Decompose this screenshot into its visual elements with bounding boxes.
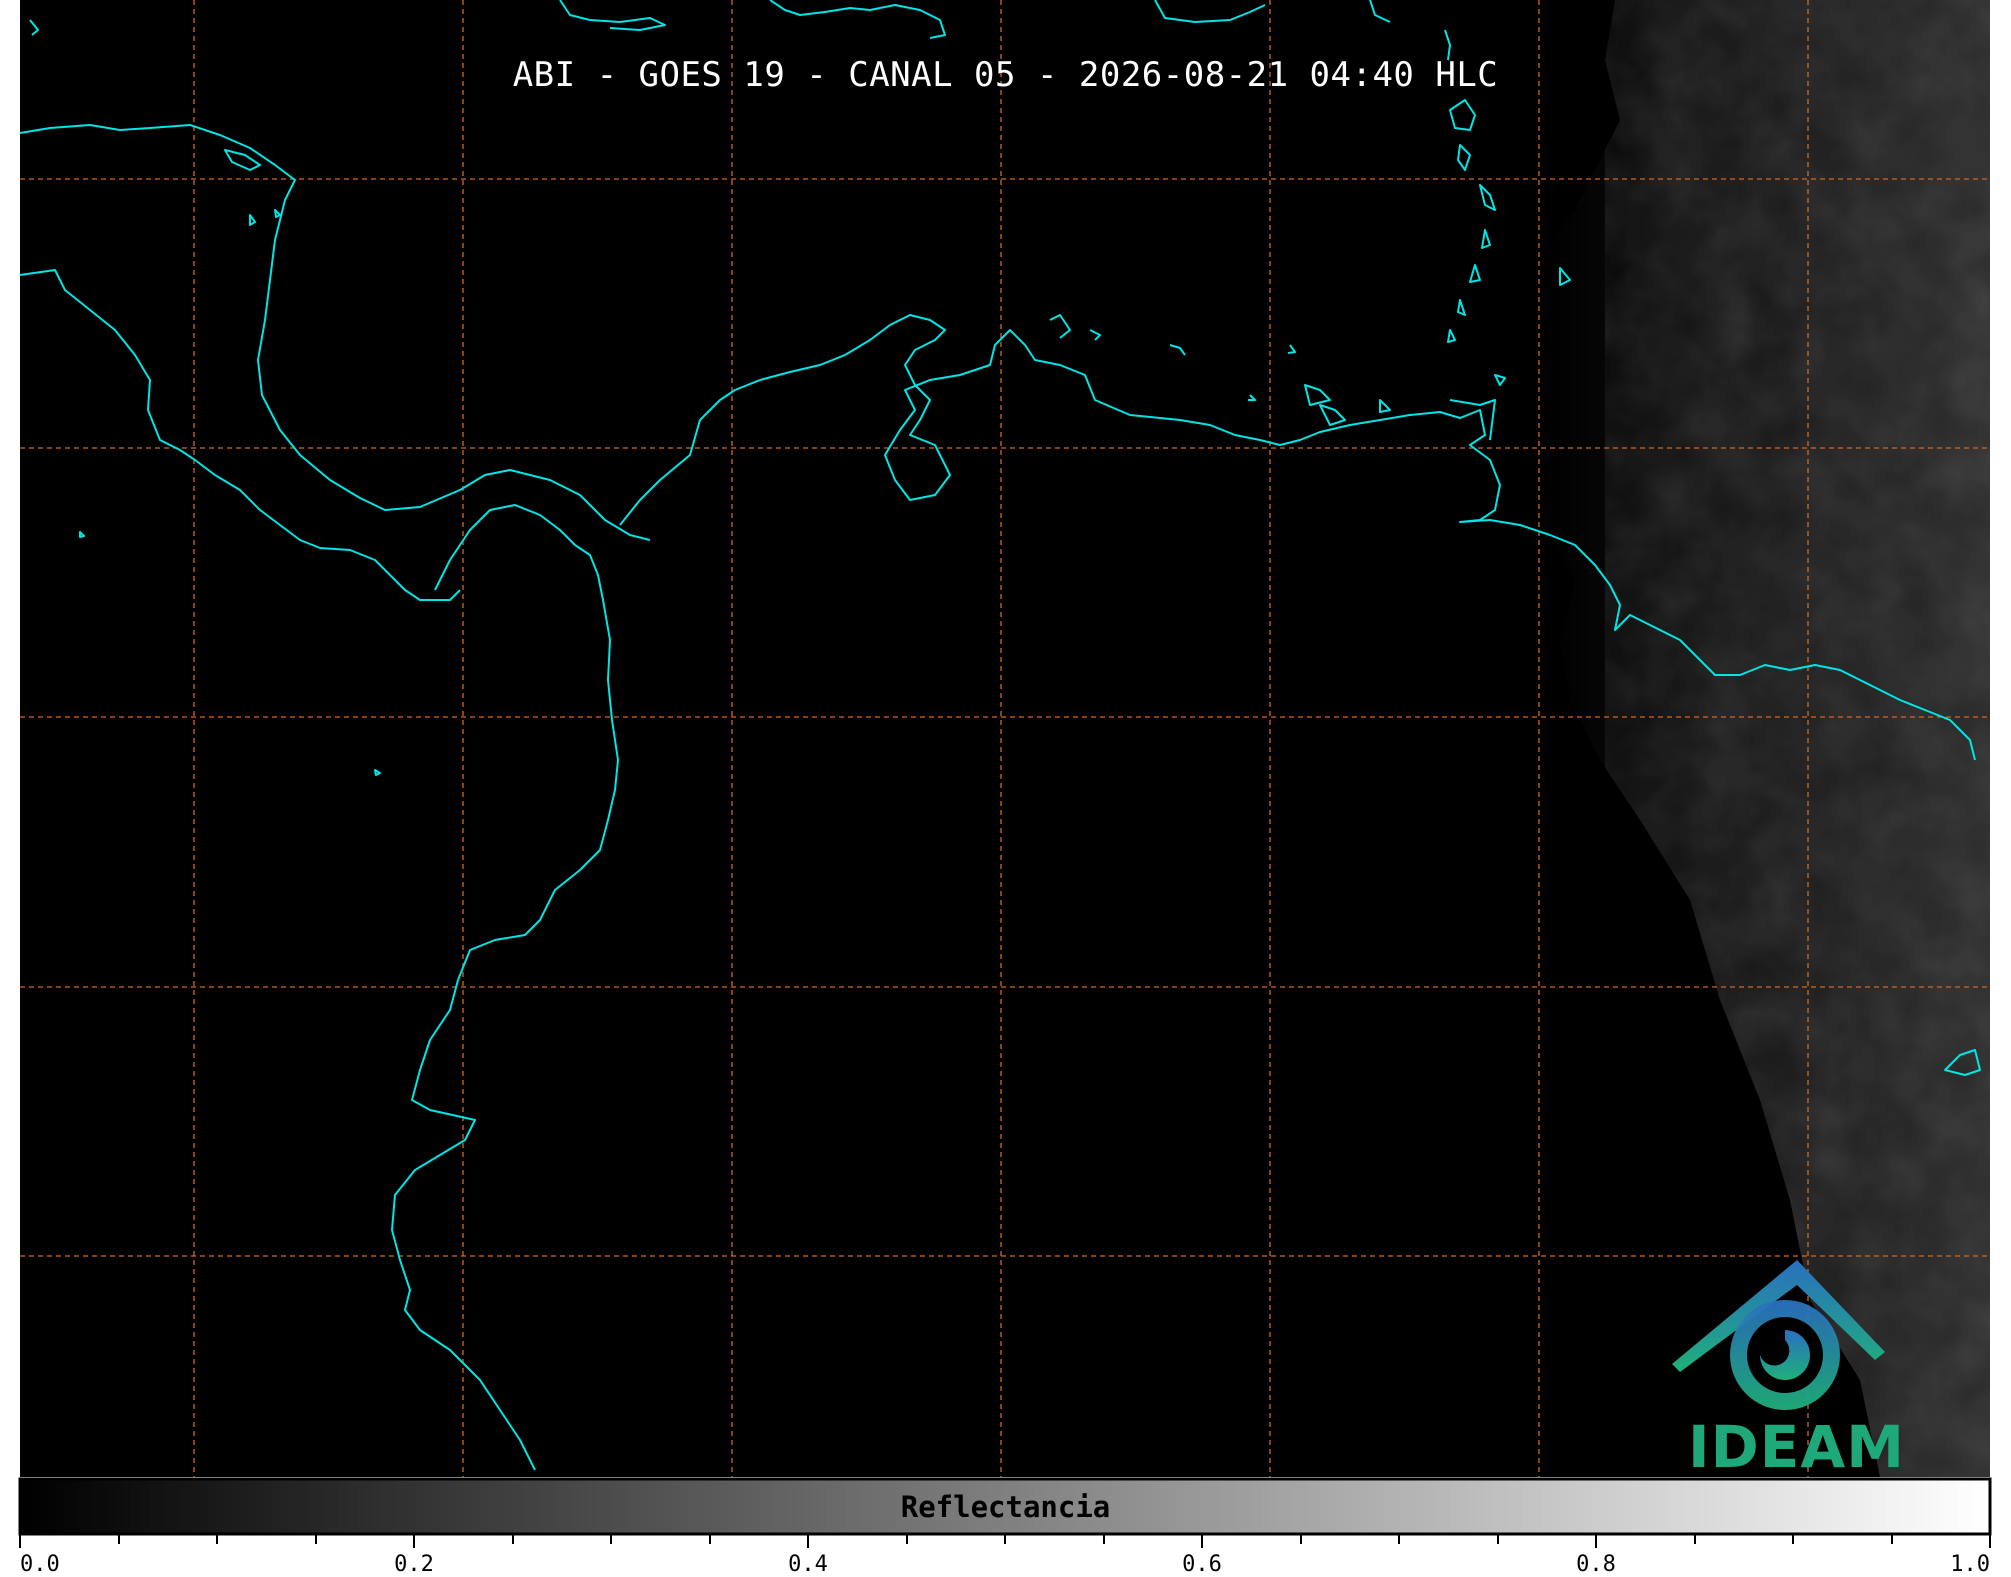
satellite-map (0, 0, 2011, 1577)
colorbar-tick-label: 1.0 (1950, 1552, 1990, 1577)
map-title: ABI - GOES 19 - CANAL 05 - 2026-08-21 04… (512, 55, 1499, 95)
colorbar-tick-label: 0.2 (394, 1552, 434, 1577)
colorbar-label: Reflectancia (900, 1490, 1111, 1524)
ideam-logo-text: IDEAM (1688, 1413, 1905, 1481)
colorbar-tick-label: 0.6 (1182, 1552, 1222, 1577)
colorbar-tick-label: 0.4 (788, 1552, 828, 1577)
colorbar-tick-label: 0.0 (20, 1552, 60, 1577)
colorbar-tick-label: 0.8 (1576, 1552, 1616, 1577)
